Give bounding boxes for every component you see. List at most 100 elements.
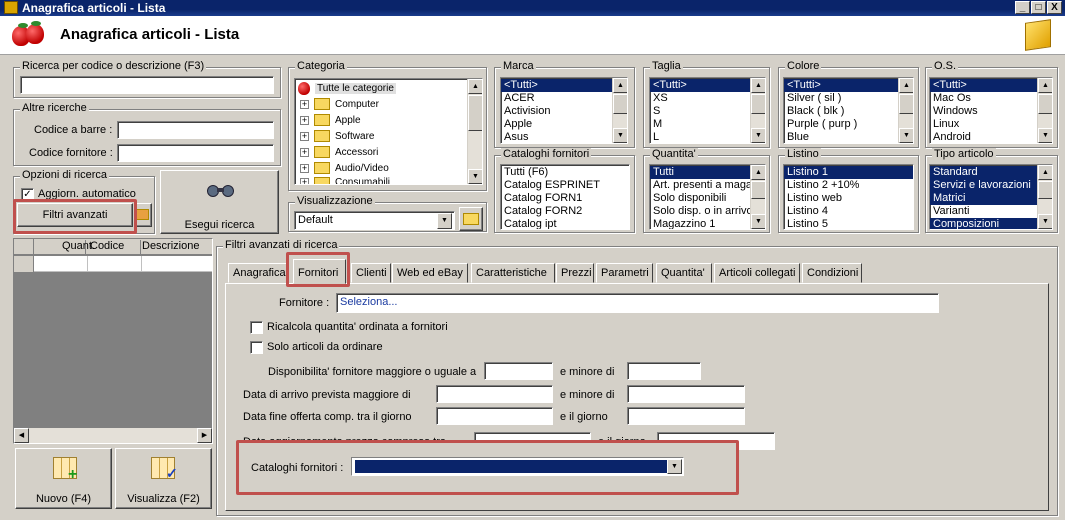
ricalcola-checkbox[interactable] (250, 321, 263, 334)
supplier-code-input[interactable] (117, 144, 274, 162)
list-item[interactable]: Listino 5 (784, 218, 913, 229)
list-item[interactable]: Tutti (650, 166, 750, 179)
tab-parametri[interactable]: Parametri (596, 263, 653, 283)
brand-label: Marca (501, 60, 536, 72)
catalogs-list[interactable]: Tutti (F6) Catalog ESPRINET Catalog FORN… (500, 164, 630, 230)
col-quant[interactable]: Quant. (36, 240, 95, 255)
os-list[interactable]: <Tutti> Mac Os Windows Linux Android ▲ ▼ (929, 77, 1053, 144)
pricelist-list[interactable]: Listino 1 Listino 2 +10% Listino web Lis… (783, 164, 914, 230)
category-scrollbar[interactable]: ▲ ▼ (467, 79, 482, 184)
list-item[interactable]: Apple (501, 118, 627, 131)
size-scrollbar[interactable]: ▲ ▼ (750, 78, 765, 143)
fornitore-select[interactable]: Seleziona... (336, 293, 939, 313)
arrivo-to-input[interactable] (627, 385, 745, 403)
list-item[interactable]: Listino 1 (784, 166, 913, 179)
list-item[interactable]: Asus (501, 131, 627, 143)
category-tree[interactable]: Tutte le categorie + Computer + Apple + Sof… (294, 78, 483, 185)
list-item[interactable]: Art. presenti a magazzino (650, 179, 765, 192)
list-item[interactable]: Catalog ipt (501, 218, 629, 229)
category-label: Categoria (295, 60, 347, 72)
list-item[interactable]: Purple ( purp ) (784, 118, 913, 131)
brand-list[interactable]: <Tutti> ACER Activision Apple Asus ▲ ▼ (500, 77, 628, 144)
list-item[interactable]: <Tutti> (930, 79, 1052, 92)
size-list[interactable]: <Tutti> XS S M L ▲ ▼ (649, 77, 766, 144)
new-button[interactable]: + Nuovo (F4) (15, 448, 112, 509)
list-item[interactable]: Tutti (F6) (501, 166, 629, 179)
list-item[interactable]: Silver ( sil ) (784, 92, 913, 105)
list-item[interactable]: ACER (501, 92, 627, 105)
fine-offerta-to-input[interactable] (627, 407, 745, 425)
list-item[interactable]: Solo disponibili (650, 192, 765, 205)
grid-hscrollbar[interactable]: ◀ ▶ (14, 428, 212, 443)
solo-ordinare-checkbox[interactable] (250, 341, 263, 354)
quantity-list[interactable]: Tutti Art. presenti a magazzino Solo dis… (649, 164, 766, 230)
list-item[interactable]: Listino web (784, 192, 913, 205)
list-item[interactable]: Catalog FORN1 (501, 192, 629, 205)
search-code-input[interactable] (20, 76, 274, 94)
tab-condizioni[interactable]: Condizioni (802, 263, 862, 283)
col-codice[interactable]: Codice (88, 240, 141, 255)
disp-to-input[interactable] (627, 362, 701, 380)
view-folder-button[interactable] (459, 207, 483, 231)
list-item[interactable]: Composizioni (930, 218, 1052, 229)
view-select[interactable]: Default (294, 211, 455, 230)
list-item[interactable]: <Tutti> (784, 79, 913, 92)
tab-prezzi[interactable]: Prezzi (556, 263, 594, 283)
chevron-down-icon[interactable]: ▼ (437, 213, 452, 229)
barcode-input[interactable] (117, 121, 274, 139)
new-button-label: Nuovo (F4) (35, 493, 92, 505)
list-item[interactable]: XS (650, 92, 765, 105)
list-item[interactable]: M (650, 118, 765, 131)
tab-anagrafica[interactable]: Anagrafica (228, 263, 289, 283)
tab-clienti[interactable]: Clienti (351, 263, 391, 283)
list-item[interactable]: Black ( blk ) (784, 105, 913, 118)
col-descrizione[interactable]: Descrizione (142, 240, 199, 252)
list-item[interactable]: L (650, 131, 765, 143)
list-item[interactable]: Blue (784, 131, 913, 143)
list-item[interactable]: S (650, 105, 765, 118)
window-titlebar[interactable]: Anagrafica articoli - Lista _ □ X (0, 0, 1065, 16)
list-item[interactable]: Linux (930, 118, 1052, 131)
quantity-scrollbar[interactable]: ▲ ▼ (750, 165, 765, 229)
tab-caratteristiche[interactable]: Caratteristiche (471, 263, 555, 283)
list-item[interactable]: Mac Os (930, 92, 1052, 105)
list-item[interactable]: Solo disp. o in arrivo (650, 205, 765, 218)
item-type-list[interactable]: Standard Servizi e lavorazioni Matrici V… (929, 164, 1053, 230)
list-item[interactable]: Catalog ESPRINET (501, 179, 629, 192)
maximize-button[interactable]: □ (1031, 1, 1046, 14)
window-title: Anagrafica articoli - Lista (22, 1, 166, 15)
list-item[interactable]: <Tutti> (501, 79, 627, 92)
os-scrollbar[interactable]: ▲ ▼ (1037, 78, 1052, 143)
color-scrollbar[interactable]: ▲ ▼ (898, 78, 913, 143)
disp-label: Disponibilita' fornitore maggiore o ugua… (268, 366, 477, 378)
minimize-button[interactable]: _ (1015, 1, 1030, 14)
item-type-scrollbar[interactable]: ▲ ▼ (1037, 165, 1052, 229)
list-item[interactable]: Varianti (930, 205, 1052, 218)
list-item[interactable]: Matrici (930, 192, 1052, 205)
brand-scrollbar[interactable]: ▲ ▼ (612, 78, 627, 143)
close-button[interactable]: X (1047, 1, 1062, 14)
view-button[interactable]: ✓ Visualizza (F2) (115, 448, 212, 509)
list-item[interactable]: Listino 2 +10% (784, 179, 913, 192)
list-item[interactable]: Standard (930, 166, 1052, 179)
table-row[interactable] (14, 256, 212, 272)
list-item[interactable]: <Tutti> (650, 79, 765, 92)
view-label: Visualizzazione (295, 195, 375, 207)
list-item[interactable]: Listino 4 (784, 205, 913, 218)
list-item[interactable]: Android (930, 131, 1052, 143)
list-item[interactable]: Windows (930, 105, 1052, 118)
execute-search-button[interactable]: Esegui ricerca (160, 170, 279, 234)
color-list[interactable]: <Tutti> Silver ( sil ) Black ( blk ) Pur… (783, 77, 914, 144)
tab-web-ebay[interactable]: Web ed eBay (392, 263, 468, 283)
fine-offerta-from-input[interactable] (436, 407, 553, 425)
list-item[interactable]: Activision (501, 105, 627, 118)
list-item[interactable]: Magazzino 1 (650, 218, 765, 229)
disp-from-input[interactable] (484, 362, 553, 380)
tab-articoli-collegati[interactable]: Articoli collegati (714, 263, 800, 283)
arrivo-from-input[interactable] (436, 385, 553, 403)
tab-quantita[interactable]: Quantita' (656, 263, 712, 283)
tree-root[interactable]: Tutte le categorie (315, 83, 396, 94)
items-grid[interactable]: Quant. Codice Descrizione ◀ ▶ (13, 238, 213, 444)
list-item[interactable]: Servizi e lavorazioni (930, 179, 1052, 192)
list-item[interactable]: Catalog FORN2 (501, 205, 629, 218)
